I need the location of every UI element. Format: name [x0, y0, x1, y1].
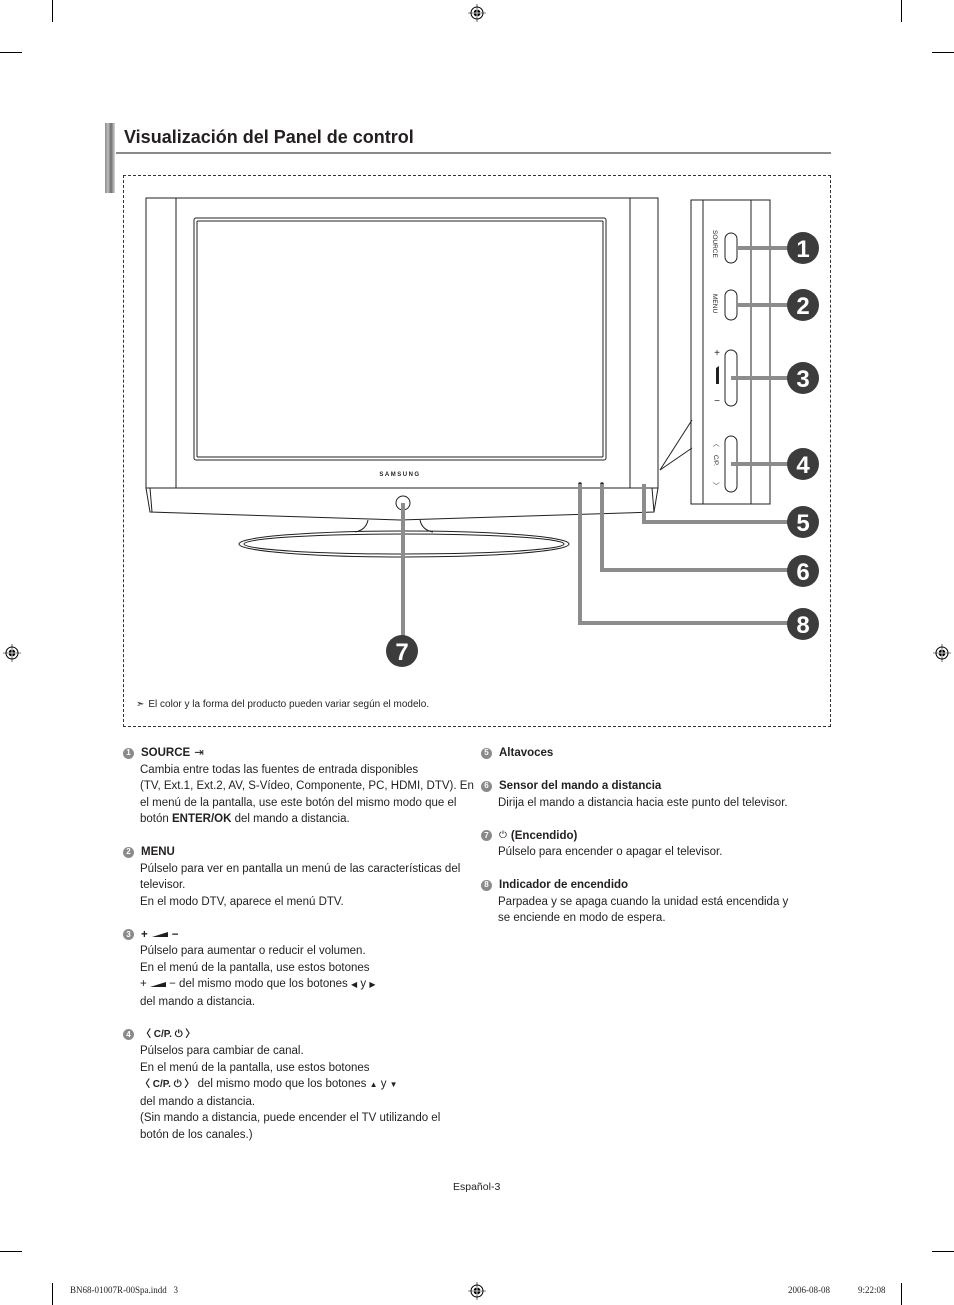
item-speakers: 5 Altavoces — [481, 745, 818, 762]
crop-mark — [0, 1251, 22, 1252]
callout-3: 3 — [787, 362, 819, 394]
page-number: Español-3 — [453, 1181, 501, 1193]
volume-plus-label: + — [714, 348, 720, 359]
tv-control-panel-diagram: SAMSUNG SOURCE MENU + − 〈 C/P. 〉 1 2 3 4… — [145, 197, 819, 667]
leader-lines — [401, 246, 790, 640]
menu-label: MENU — [711, 294, 718, 313]
callout-4: 4 — [787, 448, 819, 480]
svg-text:6: 6 — [796, 559, 809, 586]
item-power-indicator: 8 Indicador de encendido Parpadea y se ap… — [481, 877, 818, 927]
callout-6: 6 — [787, 555, 819, 587]
callout-2: 2 — [787, 289, 819, 321]
svg-text:7: 7 — [395, 639, 408, 666]
channel-down-label: 〉 — [712, 482, 720, 489]
callout-5: 5 — [787, 506, 819, 538]
note-arrow-icon: ➣ — [136, 699, 145, 710]
item-channel: 4 〈 C/P. ⏻ 〉 Púlselos para cambiar de can… — [123, 1027, 475, 1144]
crop-mark — [932, 1251, 954, 1252]
source-button — [724, 232, 738, 264]
callout-7: 7 — [386, 635, 418, 667]
up-arrow-icon: ▲ — [369, 1080, 378, 1089]
channel-up-label: 〈 — [712, 440, 720, 447]
callout-8: 8 — [787, 608, 819, 640]
volume-wedge-icon — [151, 932, 168, 938]
crop-mark — [901, 1283, 902, 1305]
slug-time: 9:22:08 — [858, 1285, 886, 1295]
side-control-panel — [690, 199, 771, 505]
volume-wedge-icon — [149, 982, 166, 987]
source-input-icon: ⇥ — [194, 747, 204, 759]
item-power: 7 ⏻ (Encendido) Púlselo para encender o ap… — [481, 828, 818, 861]
channel-label: C/P. — [712, 455, 718, 466]
descriptions-left: 1 SOURCE ⇥ Cambia entre todas las fuentes … — [123, 745, 475, 1160]
volume-minus-label: − — [714, 396, 720, 407]
item-source: 1 SOURCE ⇥ Cambia entre todas las fuentes … — [123, 745, 475, 828]
product-variation-note: ➣ El color y la forma del producto pueden… — [136, 699, 430, 710]
tv-outer-frame — [145, 197, 659, 489]
item-menu: 2 MENU Púlselo para ver en pantalla un me… — [123, 844, 475, 910]
item-remote-sensor: 6 Sensor del mando a distancia Dirija el … — [481, 778, 818, 811]
volume-wedge-icon — [716, 366, 719, 384]
registration-mark-icon — [468, 1282, 486, 1300]
tv-body — [145, 197, 693, 558]
svg-text:8: 8 — [796, 612, 809, 639]
svg-text:1: 1 — [796, 236, 809, 263]
brand-logo: SAMSUNG — [379, 472, 420, 478]
descriptions-right: 5 Altavoces 6 Sensor del mando a distancia… — [481, 745, 818, 943]
source-label: SOURCE — [711, 230, 718, 258]
callout-1: 1 — [787, 232, 819, 264]
down-arrow-icon: ▼ — [389, 1080, 398, 1089]
tv-screen — [193, 217, 607, 461]
svg-text:5: 5 — [796, 510, 809, 537]
crop-mark — [52, 1283, 53, 1305]
slug-filename: BN68-01007R-00Spa.indd 3 — [70, 1285, 178, 1295]
slug-date: 2006-08-08 — [788, 1285, 830, 1295]
power-icon: ⏻ — [499, 829, 507, 841]
right-arrow-icon: ▶ — [369, 980, 376, 989]
svg-text:4: 4 — [796, 452, 810, 479]
menu-button — [724, 289, 738, 321]
svg-text:2: 2 — [796, 293, 809, 320]
svg-text:3: 3 — [796, 366, 809, 393]
item-volume: 3 + − Púlselo para aumentar o reducir el v… — [123, 927, 475, 1011]
left-arrow-icon: ◀ — [351, 980, 358, 989]
